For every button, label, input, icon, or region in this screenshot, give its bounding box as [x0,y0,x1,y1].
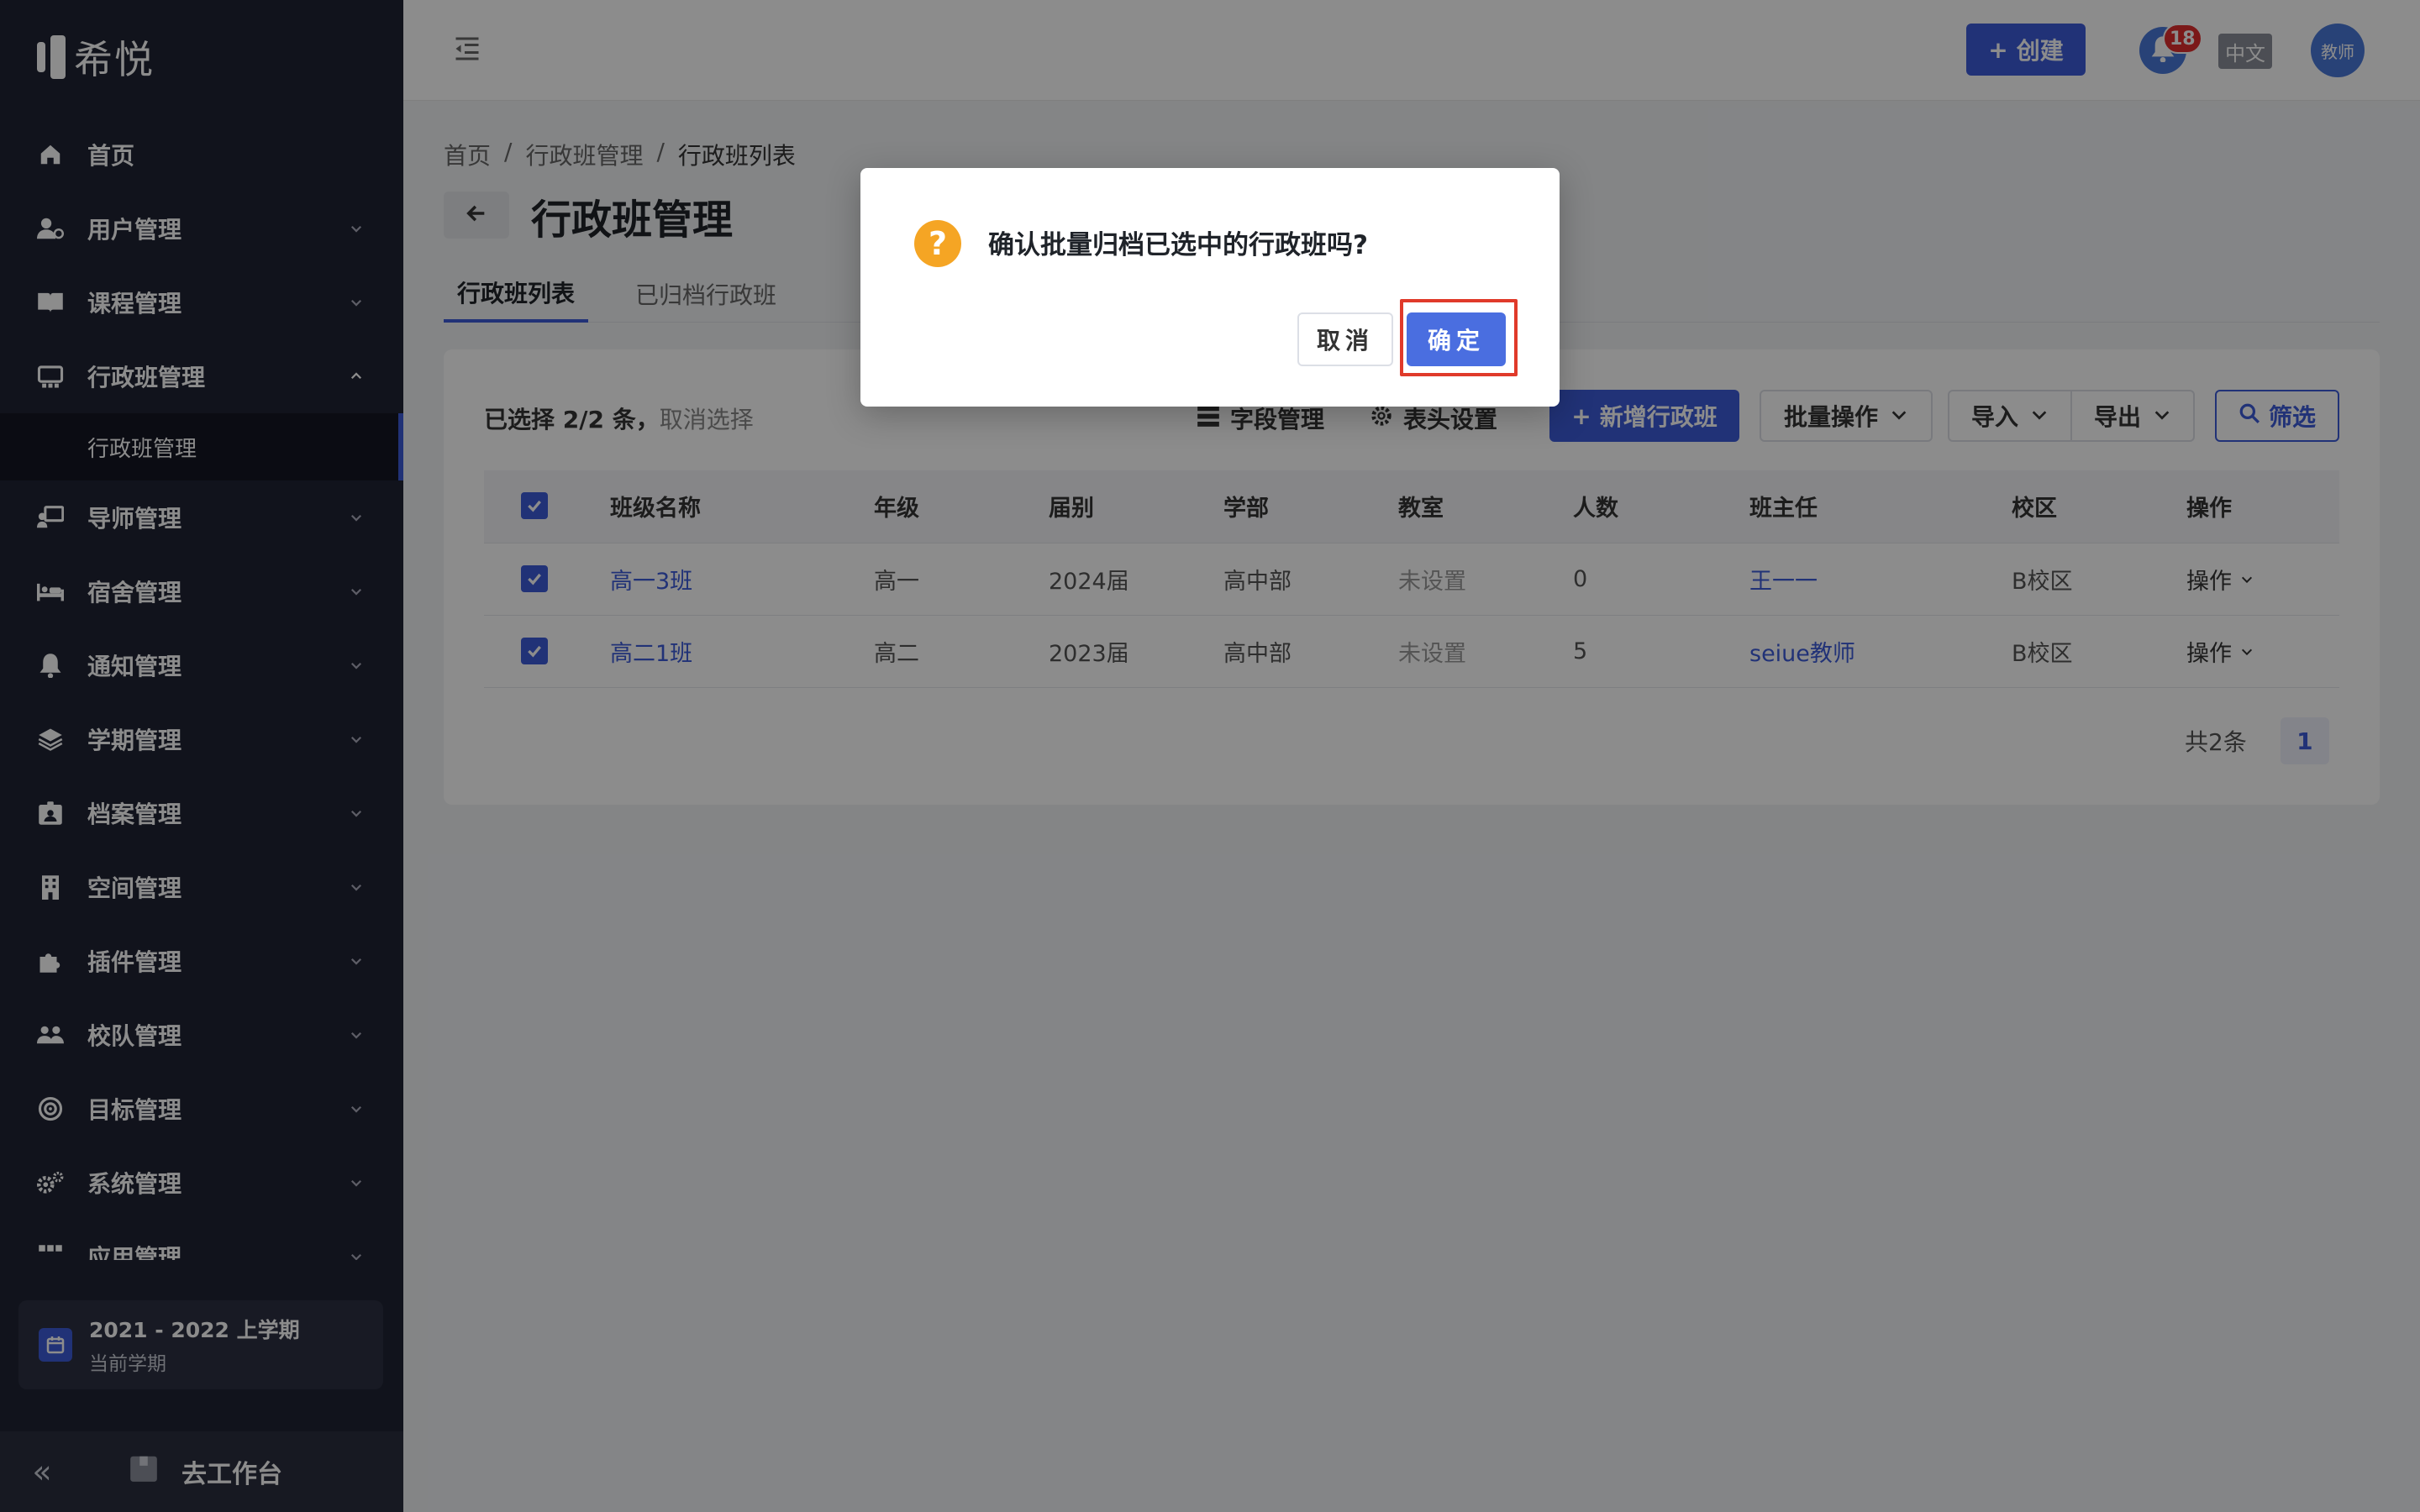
cancel-button[interactable]: 取消 [1297,312,1393,366]
confirm-button[interactable]: 确定 [1407,312,1506,366]
dialog-message: 确认批量归档已选中的行政班吗? [988,230,1368,260]
question-icon: ? [914,220,961,267]
confirm-dialog: ? 确认批量归档已选中的行政班吗? 取消 确定 [860,168,1560,407]
